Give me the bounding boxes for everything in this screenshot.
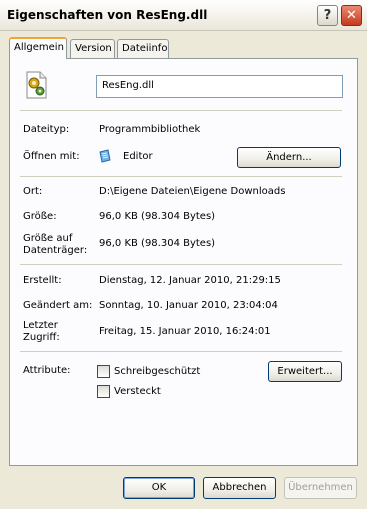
dll-file-icon: [26, 71, 47, 99]
modified-label: Geändert am:: [23, 300, 93, 311]
window-title: Eigenschaften von ResEng.dll: [7, 8, 208, 22]
cancel-button[interactable]: Abbrechen: [203, 477, 276, 499]
close-icon: ✕: [346, 8, 357, 23]
attributes-label: Attribute:: [23, 365, 71, 376]
tab-version[interactable]: Version: [70, 39, 115, 58]
size-on-disk-value: 96,0 KB (98.304 Bytes): [99, 238, 216, 249]
size-on-disk-label-line2: Datenträger:: [23, 245, 88, 256]
separator: [20, 110, 342, 111]
accessed-label-line2: Zugriff:: [23, 332, 60, 343]
file-type-value: Programmbibliothek: [99, 124, 201, 135]
advanced-button[interactable]: Erweitert...: [268, 361, 342, 382]
apply-button[interactable]: Übernehmen: [284, 477, 357, 499]
opens-with-label: Öffnen mit:: [23, 151, 80, 162]
separator: [20, 264, 342, 265]
size-value: 96,0 KB (98.304 Bytes): [99, 211, 216, 222]
location-label: Ort:: [23, 186, 43, 197]
ok-button[interactable]: OK: [123, 477, 195, 499]
hidden-checkbox[interactable]: [97, 385, 110, 398]
close-button[interactable]: ✕: [341, 5, 362, 26]
properties-dialog: Eigenschaften von ResEng.dll ? ✕ Allgeme…: [0, 0, 367, 509]
file-type-label: Dateityp:: [23, 124, 70, 135]
hidden-label[interactable]: Versteckt: [114, 386, 161, 398]
created-label: Erstellt:: [23, 275, 62, 286]
tab-dateiinfo[interactable]: Dateiinfo: [117, 39, 169, 58]
separator: [20, 351, 342, 352]
title-bar[interactable]: Eigenschaften von ResEng.dll ? ✕: [0, 0, 367, 31]
opens-with-value: Editor: [123, 151, 153, 162]
separator: [20, 176, 342, 177]
size-label: Größe:: [23, 211, 57, 222]
location-value: D:\Eigene Dateien\Eigene Downloads: [99, 186, 286, 197]
tab-allgemein[interactable]: Allgemein: [9, 37, 67, 59]
file-name-input[interactable]: ResEng.dll: [96, 75, 343, 98]
help-icon: ?: [323, 8, 332, 23]
general-tab-panel: [9, 58, 358, 466]
modified-value: Sonntag, 10. Januar 2010, 23:04:04: [99, 300, 278, 311]
accessed-label-line1: Letzter: [23, 320, 58, 331]
created-value: Dienstag, 12. Januar 2010, 21:29:15: [99, 275, 281, 286]
readonly-checkbox[interactable]: [97, 365, 110, 378]
change-program-button[interactable]: Ändern...: [237, 147, 341, 168]
notepad-icon: [99, 149, 111, 163]
size-on-disk-label-line1: Größe auf: [23, 233, 73, 244]
help-button[interactable]: ?: [317, 5, 338, 26]
readonly-label[interactable]: Schreibgeschützt: [114, 366, 200, 378]
accessed-value: Freitag, 15. Januar 2010, 16:24:01: [99, 326, 271, 337]
